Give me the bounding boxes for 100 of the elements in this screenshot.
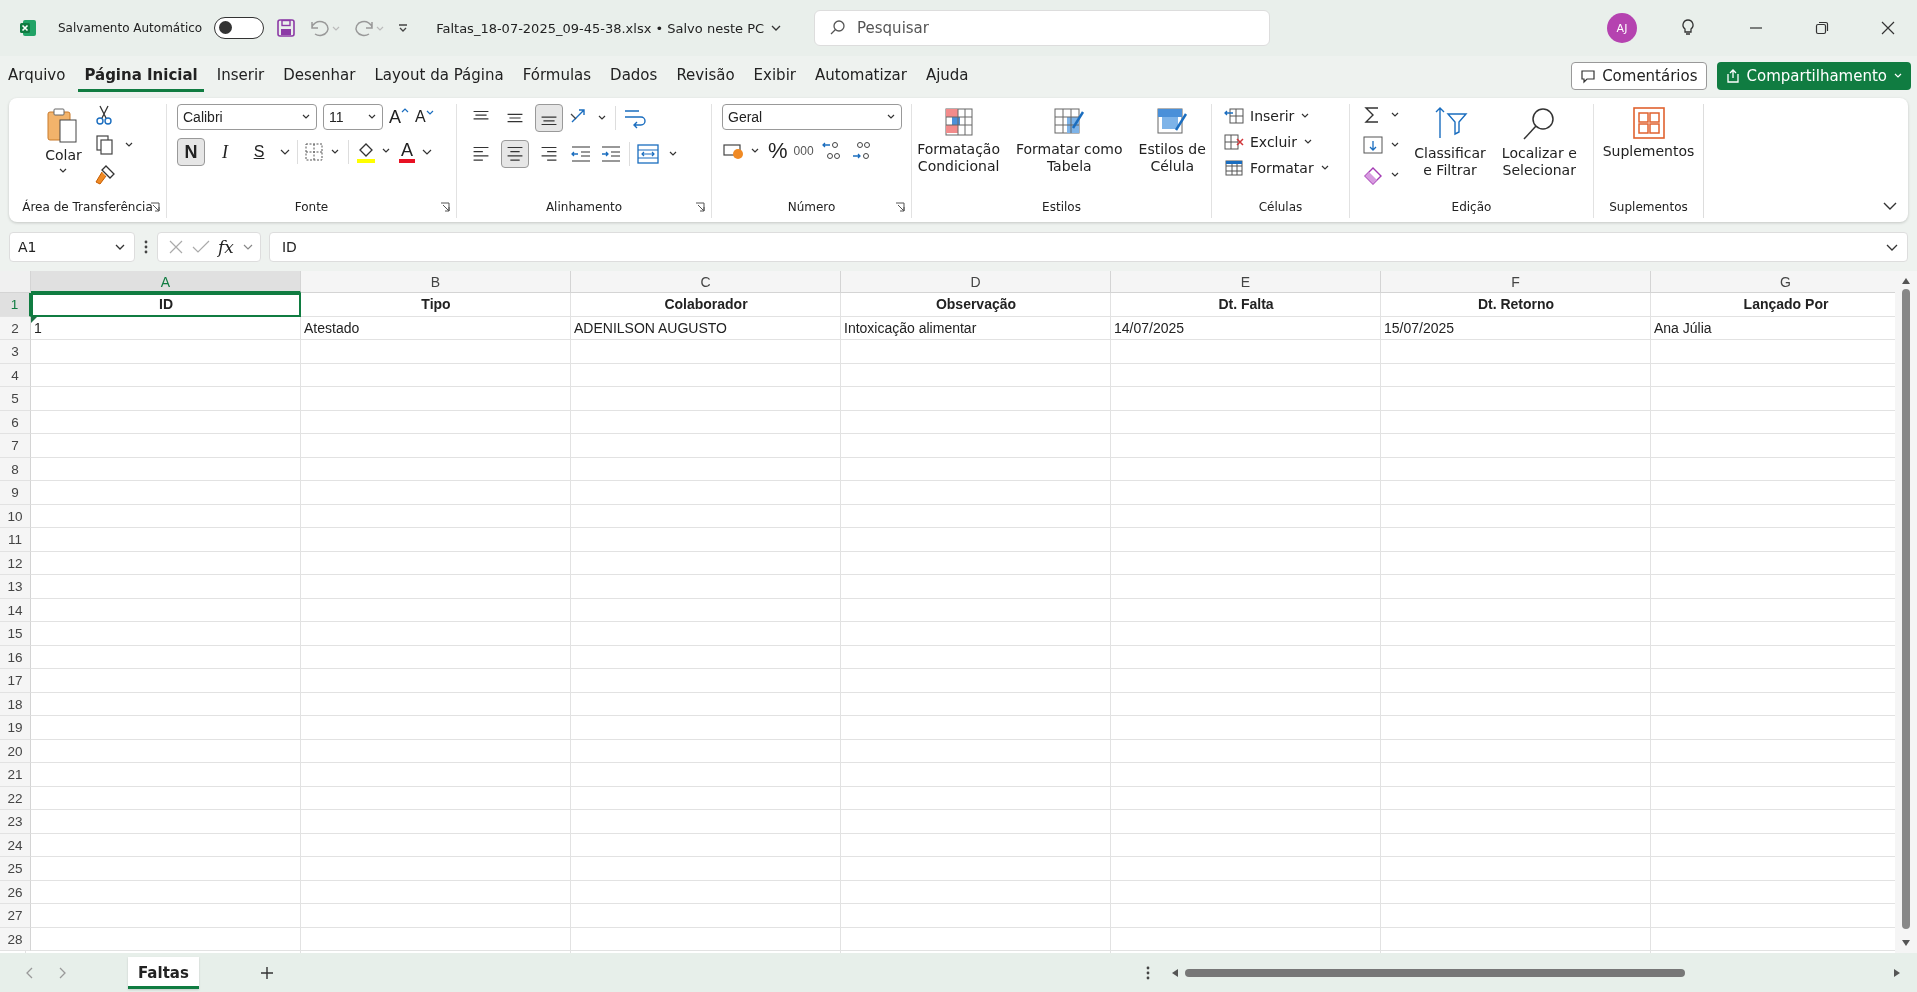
row-header[interactable]: 27 xyxy=(0,904,31,928)
menu-tab[interactable]: Revisão xyxy=(670,60,741,92)
table-cell-text: 15/07/2025 xyxy=(1383,318,1456,338)
column-header[interactable]: G xyxy=(1651,271,1895,293)
paste-button[interactable]: Colar xyxy=(41,104,86,178)
styles-button[interactable]: Formatar como Tabela xyxy=(1012,104,1127,177)
column-header[interactable]: D xyxy=(841,271,1111,293)
scroll-up-icon[interactable] xyxy=(1901,277,1911,285)
styles-button[interactable]: Formatação Condicional xyxy=(913,104,1004,177)
more-options-icon[interactable] xyxy=(143,239,149,255)
menu-tab[interactable]: Ajuda xyxy=(919,60,975,92)
menu-tab[interactable]: Página Inicial xyxy=(78,60,204,92)
row-header[interactable]: 8 xyxy=(0,457,31,481)
row-header[interactable]: 22 xyxy=(0,786,31,810)
add-sheet-icon[interactable] xyxy=(258,964,275,981)
lightbulb-icon[interactable] xyxy=(1679,18,1697,38)
scroll-right-icon[interactable] xyxy=(1893,967,1901,978)
user-avatar[interactable]: AJ xyxy=(1607,13,1637,43)
row-header[interactable]: 21 xyxy=(0,763,31,787)
row-header[interactable]: 10 xyxy=(0,504,31,528)
search-field[interactable]: Pesquisar xyxy=(814,10,1271,46)
font-name-dropdown[interactable]: Calibri xyxy=(177,104,317,130)
row-header[interactable]: 6 xyxy=(0,410,31,434)
font-size-dropdown[interactable]: 11 xyxy=(323,104,383,130)
row-header[interactable]: 11 xyxy=(0,528,31,552)
bold-button[interactable]: N xyxy=(177,138,205,166)
restore-icon[interactable] xyxy=(1815,21,1829,35)
menu-tab[interactable]: Exibir xyxy=(747,60,802,92)
number-format-dropdown[interactable]: Geral xyxy=(722,104,902,130)
formula-field[interactable]: ID xyxy=(268,232,1908,262)
underline-button[interactable]: S xyxy=(245,138,273,166)
dialog-launcher-icon[interactable] xyxy=(440,202,450,212)
row-header[interactable]: 9 xyxy=(0,481,31,505)
save-icon[interactable] xyxy=(276,18,297,38)
row-header[interactable]: 28 xyxy=(0,927,31,951)
column-header[interactable]: E xyxy=(1111,271,1381,293)
column-header[interactable]: B xyxy=(301,271,571,293)
scrollbar-thumb[interactable] xyxy=(1902,289,1910,929)
scroll-left-icon[interactable] xyxy=(1171,967,1179,978)
file-name-button[interactable]: Faltas_18-07-2025_09-45-38.xlsx • Salvo neste PC xyxy=(436,20,783,36)
editing-button[interactable]: Localizar e Selecionar xyxy=(1497,104,1581,181)
menu-tab[interactable]: Layout da Página xyxy=(368,60,510,92)
check-icon[interactable] xyxy=(192,239,210,255)
row-header[interactable]: 5 xyxy=(0,387,31,411)
dialog-launcher-icon[interactable] xyxy=(895,202,905,212)
grow-font-button[interactable]: A xyxy=(389,106,409,128)
cells-button[interactable]: Excluir xyxy=(1222,130,1315,154)
row-header[interactable]: 12 xyxy=(0,551,31,575)
row-header[interactable]: 13 xyxy=(0,575,31,599)
insert-function-button[interactable]: fx xyxy=(218,237,234,257)
name-box[interactable]: A1 xyxy=(9,232,135,262)
more-options-icon[interactable] xyxy=(1145,964,1151,981)
row-header[interactable]: 7 xyxy=(0,434,31,458)
editing-button[interactable]: Classificar e Filtrar xyxy=(1410,104,1490,181)
row-header[interactable]: 16 xyxy=(0,645,31,669)
font-color-button[interactable]: A xyxy=(399,141,415,163)
menu-tab[interactable]: Inserir xyxy=(210,60,271,92)
column-header[interactable]: F xyxy=(1381,271,1651,293)
scissors-icon[interactable] xyxy=(93,104,114,126)
scroll-down-icon[interactable] xyxy=(1901,939,1911,947)
add-ins-button[interactable]: Suplementos xyxy=(1598,104,1699,161)
cells-button[interactable]: Inserir xyxy=(1222,104,1313,128)
thousands-button[interactable]: 000 xyxy=(793,144,814,158)
row-header[interactable]: 23 xyxy=(0,810,31,834)
row-header[interactable]: 14 xyxy=(0,598,31,622)
horizontal-align-icon[interactable] xyxy=(501,140,529,168)
italic-button[interactable]: I xyxy=(211,138,239,166)
scrollbar-thumb[interactable] xyxy=(1185,968,1685,977)
copy-icon[interactable] xyxy=(93,134,134,156)
cells-button[interactable]: Formatar xyxy=(1222,156,1332,180)
row-header[interactable]: 15 xyxy=(0,622,31,646)
dialog-launcher-icon[interactable] xyxy=(150,202,160,212)
percent-button[interactable]: % xyxy=(768,138,788,164)
shrink-font-button[interactable]: A xyxy=(415,108,434,126)
comments-button[interactable]: Comentários xyxy=(1571,62,1707,90)
styles-button[interactable]: Estilos de Célula xyxy=(1134,104,1210,177)
row-header[interactable]: 19 xyxy=(0,716,31,740)
column-header[interactable]: C xyxy=(571,271,841,293)
row-header[interactable]: 18 xyxy=(0,692,31,716)
menu-tab[interactable]: Arquivo xyxy=(2,60,72,92)
format-painter-icon[interactable] xyxy=(93,164,116,186)
menu-tab[interactable]: Automatizar xyxy=(809,60,913,92)
column-header[interactable]: A xyxy=(31,271,301,293)
row-header[interactable]: 24 xyxy=(0,833,31,857)
autosave-toggle[interactable] xyxy=(214,17,265,39)
menu-tab[interactable]: Desenhar xyxy=(277,60,362,92)
row-header[interactable]: 17 xyxy=(0,669,31,693)
menu-tab[interactable]: Fórmulas xyxy=(516,60,598,92)
row-header[interactable]: 4 xyxy=(0,363,31,387)
row-header[interactable]: 25 xyxy=(0,857,31,881)
row-header[interactable]: 2 xyxy=(0,316,31,340)
row-header[interactable]: 1 xyxy=(0,293,31,317)
close-icon[interactable] xyxy=(1881,21,1895,35)
row-header[interactable]: 20 xyxy=(0,739,31,763)
row-header[interactable]: 3 xyxy=(0,340,31,364)
menu-tab[interactable]: Dados xyxy=(604,60,664,92)
dialog-launcher-icon[interactable] xyxy=(695,202,705,212)
share-button[interactable]: Compartilhamento xyxy=(1716,62,1911,90)
sheet-tab[interactable]: Faltas xyxy=(128,956,199,989)
row-header[interactable]: 26 xyxy=(0,880,31,904)
